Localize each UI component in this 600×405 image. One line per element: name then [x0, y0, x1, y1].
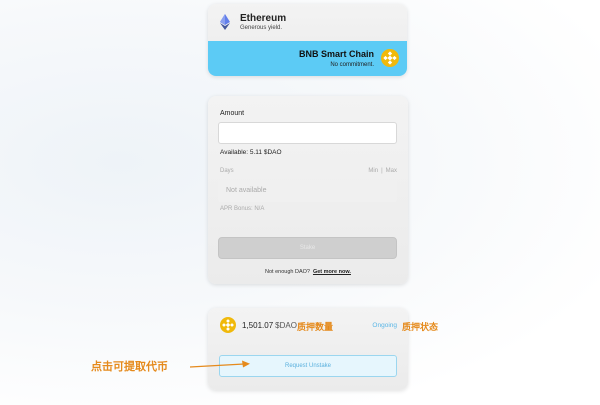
network-description-ethereum: Generous yield.	[240, 25, 283, 31]
amount-label: Amount	[220, 110, 245, 117]
days-label: Days	[220, 168, 234, 174]
days-min-max: Min | Max	[368, 168, 397, 174]
network-description-bnb: No commitment.	[330, 62, 374, 68]
bnb-icon	[381, 49, 399, 67]
annotation-stake-quantity: 质押数量	[297, 323, 334, 333]
network-option-bnb[interactable]: BNB Smart Chain No commitment.	[208, 41, 407, 76]
network-name-bnb: BNB Smart Chain	[298, 49, 374, 59]
not-enough-notice: Not enough DAO? Get more now.	[208, 269, 408, 275]
staked-amount-unit: $DAO	[275, 321, 297, 330]
amount-input[interactable]	[218, 122, 397, 144]
annotation-withdraw-tokens: 点击可提取代币	[91, 360, 168, 373]
days-field[interactable]: Not available	[218, 180, 397, 202]
staked-amount-value: 1,501.07	[242, 321, 274, 330]
days-max-button[interactable]: Max	[386, 168, 397, 174]
staked-amount: 1,501.07 $DAO	[242, 321, 297, 330]
network-selector: Ethereum Generous yield. BNB Smart Chain…	[208, 4, 407, 76]
ethereum-icon	[220, 14, 230, 30]
bnb-icon	[220, 317, 236, 333]
annotation-stake-status: 质押状态	[402, 323, 439, 333]
network-name-ethereum: Ethereum	[240, 13, 287, 24]
not-enough-text: Not enough DAO?	[265, 269, 310, 275]
stake-form: Amount Available: 5.11 $DAO Days Min | Max…	[208, 96, 408, 284]
stake-status: Ongoing	[372, 322, 397, 329]
annotation-arrow-icon	[190, 360, 250, 368]
stake-button[interactable]: Stake	[218, 237, 397, 259]
days-min-button[interactable]: Min	[368, 168, 378, 174]
get-more-link[interactable]: Get more now.	[313, 269, 351, 275]
apr-bonus: APR Bonus: N/A	[220, 206, 265, 212]
days-placeholder: Not available	[226, 187, 267, 194]
network-option-ethereum[interactable]: Ethereum Generous yield.	[208, 4, 407, 40]
available-balance: Available: 5.11 $DAO	[220, 149, 282, 156]
